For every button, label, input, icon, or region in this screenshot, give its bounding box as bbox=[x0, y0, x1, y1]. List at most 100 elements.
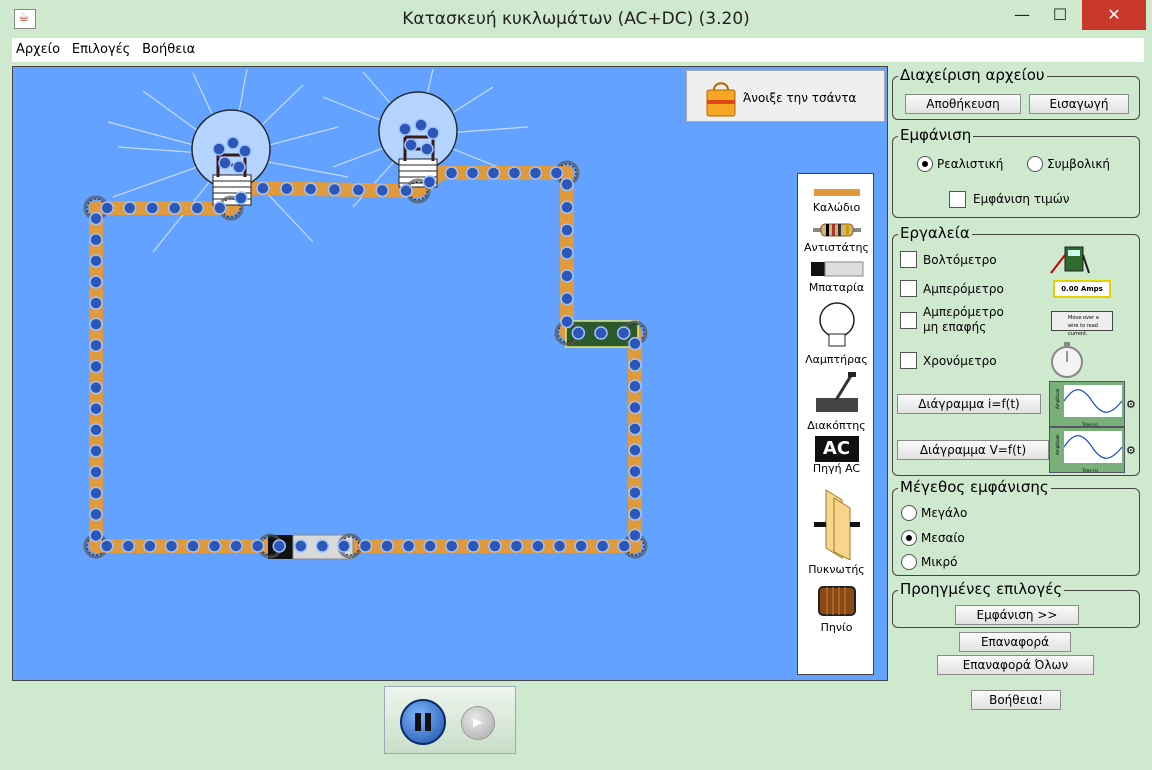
stopwatch-checkbox[interactable] bbox=[900, 352, 917, 369]
electron-41 bbox=[617, 539, 631, 553]
size-small-radio[interactable] bbox=[901, 554, 917, 570]
reset-all-button[interactable]: Επαναφορά Όλων bbox=[937, 655, 1094, 675]
voltmeter-icon bbox=[1050, 246, 1090, 274]
show-advanced-button[interactable]: Εμφάνιση >> bbox=[955, 605, 1079, 625]
mini-chart-x-label-2: Time (s) bbox=[1081, 468, 1099, 473]
current-chart-gear-icon[interactable]: ⚙ bbox=[1126, 398, 1136, 411]
toolbox-bulb[interactable]: Λαμπτήρας bbox=[798, 300, 875, 366]
electron-14 bbox=[422, 175, 437, 189]
schematic-label: Συμβολική bbox=[1047, 157, 1110, 171]
view-panel-title: Εμφάνιση bbox=[898, 126, 974, 144]
size-panel-title: Μέγεθος εμφάνισης bbox=[898, 478, 1051, 496]
size-medium-radio[interactable] bbox=[901, 530, 917, 546]
noncontact-ammeter-label-1: Αμπερόμετρο bbox=[923, 305, 1004, 319]
circuit-drawing[interactable] bbox=[13, 67, 888, 681]
electron-15 bbox=[444, 166, 459, 180]
toolbox-wire[interactable]: Καλώδιο bbox=[798, 186, 875, 214]
electron-70 bbox=[89, 444, 103, 458]
noncontact-ammeter-label-2: μη επαφής bbox=[923, 320, 987, 334]
save-button[interactable]: Αποθήκευση bbox=[905, 94, 1021, 114]
electron-21 bbox=[560, 177, 574, 192]
electron-37 bbox=[628, 464, 642, 479]
electron-60 bbox=[207, 539, 222, 553]
minimize-button[interactable]: — bbox=[1004, 0, 1040, 30]
view-panel: Εμφάνιση Ρεαλιστική Συμβολική Εμφάνιση τ… bbox=[892, 126, 1140, 218]
bulb-icon bbox=[818, 302, 855, 347]
size-medium-label: Μεσαίο bbox=[921, 531, 965, 545]
voltmeter-label: Βολτόμετρο bbox=[923, 253, 997, 267]
electron-31 bbox=[628, 336, 642, 351]
shopping-bag-icon bbox=[706, 82, 736, 117]
size-small-label: Μικρό bbox=[921, 555, 958, 569]
electron-69 bbox=[89, 465, 103, 479]
toolbox-battery[interactable]: Μπαταρία bbox=[798, 260, 875, 294]
mini-chart-y-label-2: Amplitude bbox=[1055, 434, 1060, 455]
electron-49 bbox=[444, 539, 459, 553]
electron-7 bbox=[256, 181, 270, 195]
toolbox-ac-source[interactable]: AC Πηγή AC bbox=[798, 436, 875, 475]
electron-74 bbox=[89, 359, 103, 374]
toolbox-resistor[interactable]: Αντιστάτης bbox=[798, 222, 875, 254]
open-bag-button[interactable]: Άνοιξε την τσάντα bbox=[686, 70, 885, 122]
menu-options[interactable]: Επιλογές bbox=[68, 38, 134, 61]
voltage-chart-gear-icon[interactable]: ⚙ bbox=[1126, 444, 1136, 457]
playback-controls bbox=[384, 686, 516, 754]
mini-chart-y-label-1: Amplitude bbox=[1055, 388, 1060, 409]
reset-button[interactable]: Επαναφορά bbox=[959, 632, 1071, 652]
wires[interactable] bbox=[89, 166, 642, 553]
electron-4 bbox=[190, 201, 204, 215]
electron-35 bbox=[628, 422, 642, 436]
size-large-radio[interactable] bbox=[901, 505, 917, 521]
toolbox-inductor[interactable]: Πηνίο bbox=[798, 584, 875, 634]
electron-6 bbox=[234, 191, 248, 205]
electron-64 bbox=[121, 539, 136, 553]
electron-77 bbox=[89, 296, 103, 310]
electron-17 bbox=[486, 166, 501, 180]
current-chart-button[interactable]: Διάγραμμα i=f(t) bbox=[897, 394, 1041, 414]
electron-48 bbox=[466, 539, 481, 553]
toolbox-switch[interactable]: Διακόπτης bbox=[798, 370, 875, 432]
electron-42 bbox=[595, 539, 610, 553]
ammeter-checkbox[interactable] bbox=[900, 280, 917, 297]
close-button[interactable]: ✕ bbox=[1082, 0, 1146, 30]
realistic-label: Ρεαλιστική bbox=[937, 157, 1004, 171]
electron-25 bbox=[560, 269, 574, 283]
circuit-canvas[interactable]: Άνοιξε την τσάντα Καλώδιο Αντιστάτης Μπα… bbox=[12, 66, 888, 681]
show-values-checkbox[interactable] bbox=[949, 191, 966, 208]
electron-54 bbox=[337, 539, 351, 553]
electron-47 bbox=[488, 539, 502, 553]
title-bar: Κατασκευή κυκλωμάτων (AC+DC) (3.20) — ☐ … bbox=[0, 0, 1152, 38]
advanced-panel-title: Προηγμένες επιλογές bbox=[898, 580, 1065, 598]
electron-43 bbox=[574, 539, 588, 553]
electron-79 bbox=[89, 254, 103, 268]
electron-32 bbox=[628, 358, 642, 372]
electron-22 bbox=[560, 200, 574, 215]
electron-52 bbox=[380, 539, 394, 553]
electron-20 bbox=[549, 166, 564, 180]
schematic-radio[interactable] bbox=[1027, 156, 1043, 172]
menu-file[interactable]: Αρχείο bbox=[12, 38, 64, 61]
electron-63 bbox=[143, 539, 157, 553]
help-button[interactable]: Βοήθεια! bbox=[971, 690, 1061, 710]
pause-button[interactable] bbox=[400, 699, 446, 745]
electron-44 bbox=[552, 539, 567, 553]
playback-area bbox=[12, 682, 888, 764]
advanced-panel: Προηγμένες επιλογές Εμφάνιση >> bbox=[892, 580, 1140, 628]
toolbox-capacitor[interactable]: Πυκνωτής bbox=[798, 488, 875, 576]
voltmeter-checkbox[interactable] bbox=[900, 251, 917, 268]
noncontact-ammeter-checkbox[interactable] bbox=[900, 312, 917, 329]
electron-57 bbox=[272, 539, 287, 553]
realistic-radio[interactable] bbox=[917, 156, 933, 172]
electron-46 bbox=[509, 539, 524, 553]
import-button[interactable]: Εισαγωγή bbox=[1029, 94, 1129, 114]
electron-73 bbox=[89, 380, 103, 395]
electron-39 bbox=[628, 507, 642, 521]
electron-34 bbox=[628, 400, 642, 415]
menu-help[interactable]: Βοήθεια bbox=[138, 38, 199, 61]
electron-68 bbox=[89, 486, 103, 500]
voltage-chart-button[interactable]: Διάγραμμα V=f(t) bbox=[897, 440, 1049, 460]
electron-1 bbox=[123, 201, 137, 215]
maximize-button[interactable]: ☐ bbox=[1042, 0, 1078, 30]
electron-40 bbox=[628, 528, 642, 543]
step-button[interactable] bbox=[461, 706, 495, 740]
